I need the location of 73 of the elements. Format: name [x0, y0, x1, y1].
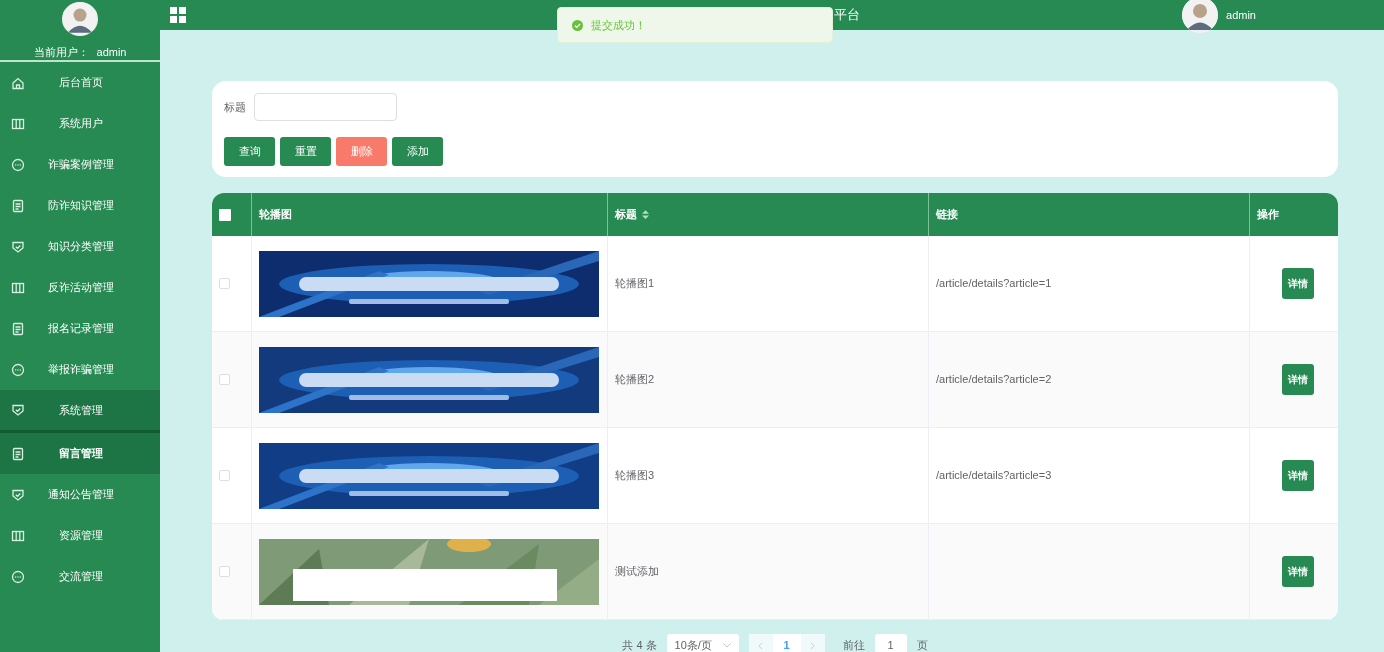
row-checkbox[interactable]: [219, 566, 230, 577]
chat-icon: [11, 569, 25, 584]
details-button[interactable]: 详情: [1281, 364, 1314, 395]
row-checkbox[interactable]: [219, 278, 230, 289]
sidebar-item[interactable]: 系统用户: [0, 103, 160, 144]
select-all-checkbox[interactable]: [219, 208, 231, 221]
avatar: [62, 2, 98, 36]
sidebar-item[interactable]: 反诈活动管理: [0, 267, 160, 308]
column-header: 操作: [1257, 207, 1279, 223]
table-cell-text: /article/details?article=1: [936, 276, 1052, 292]
table-cell-text: 轮播图3: [615, 468, 655, 484]
page-button[interactable]: 1: [772, 634, 801, 652]
search-field[interactable]: [254, 93, 397, 121]
table-cell-text: /article/details?article=2: [936, 372, 1052, 388]
sidebar-item[interactable]: 报名记录管理: [0, 308, 160, 349]
shield-check-icon: [11, 403, 25, 417]
columns-icon: [11, 528, 25, 543]
details-button[interactable]: 详情: [1281, 460, 1314, 491]
grid-menu-icon[interactable]: [170, 7, 186, 23]
page-input[interactable]: 1: [874, 634, 907, 652]
document-icon: [11, 446, 25, 461]
sidebar-item[interactable]: 举报诈骗管理: [0, 349, 160, 390]
sidebar-item[interactable]: 通知公告管理: [0, 474, 160, 515]
columns-icon: [11, 116, 25, 131]
next-page-button[interactable]: [800, 634, 825, 652]
table-cell-text: 轮播图2: [615, 372, 655, 388]
username: admin: [1226, 7, 1256, 23]
page-title: 平台: [834, 6, 860, 25]
username: admin: [96, 44, 127, 60]
table-cell-text: /article/details?article=3: [936, 468, 1052, 484]
chat-icon: [11, 362, 25, 377]
document-icon: [11, 198, 25, 213]
sidebar-item[interactable]: 诈骗案例管理: [0, 144, 160, 185]
sidebar-item[interactable]: 留言管理: [0, 433, 160, 474]
table-cell-text: 测试添加: [615, 564, 659, 580]
action-button[interactable]: 重置: [280, 137, 331, 166]
shield-check-icon: [11, 487, 25, 502]
details-button[interactable]: 详情: [1281, 556, 1314, 587]
user-label: 当前用户：: [33, 44, 89, 60]
sidebar-item[interactable]: 系统管理: [0, 390, 160, 433]
avatar: [1182, 0, 1219, 33]
chevron-left-icon: [758, 641, 764, 650]
row-checkbox[interactable]: [219, 374, 230, 385]
field-label: 标题: [224, 99, 246, 115]
columns-icon: [11, 280, 25, 295]
delete-button[interactable]: 删除: [336, 137, 387, 166]
total-count: 共 4 条: [622, 637, 657, 652]
caret-icon: [722, 642, 731, 648]
sidebar-item[interactable]: 交流管理: [0, 556, 160, 597]
previous-page-button[interactable]: [748, 634, 773, 652]
column-header: 标题: [615, 207, 637, 223]
shield-check-icon: [11, 239, 25, 254]
action-button[interactable]: 添加: [392, 137, 443, 166]
sort-icon[interactable]: [642, 210, 649, 219]
home-icon: [11, 75, 25, 90]
sidebar-item[interactable]: 资源管理: [0, 515, 160, 556]
page-size-select[interactable]: 10条/页: [666, 634, 739, 652]
column-header: 链接: [936, 207, 958, 223]
column-header: 轮播图: [259, 207, 292, 223]
sidebar-item[interactable]: 知识分类管理: [0, 226, 160, 267]
details-button[interactable]: 详情: [1281, 268, 1314, 299]
sidebar-item[interactable]: 后台首页: [0, 62, 160, 103]
toast-text: 提交成功！: [591, 17, 646, 33]
goto-label: 前往: [842, 637, 865, 652]
table-cell-text: 轮播图1: [615, 276, 655, 292]
chat-icon: [11, 157, 25, 172]
page-suffix: 页: [916, 637, 928, 652]
document-icon: [11, 321, 25, 336]
action-button[interactable]: 查询: [224, 137, 275, 166]
row-checkbox[interactable]: [219, 470, 230, 481]
chevron-right-icon: [810, 641, 816, 650]
sidebar-item[interactable]: 防诈知识管理: [0, 185, 160, 226]
success-icon: [572, 19, 583, 31]
